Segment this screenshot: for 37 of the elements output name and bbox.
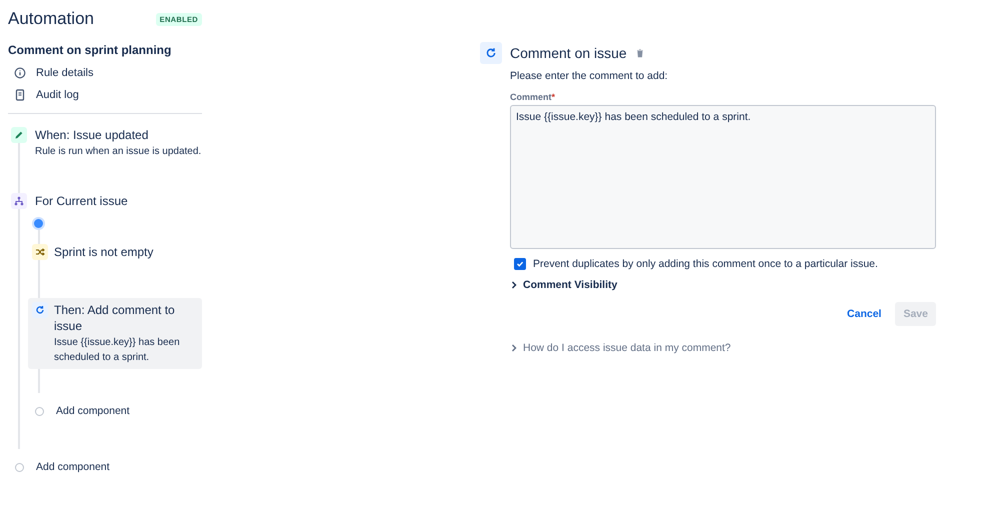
- add-component-link[interactable]: Add component: [36, 461, 110, 473]
- field-label: Comment*: [510, 92, 556, 102]
- editor-title: Comment on issue: [510, 45, 627, 61]
- comment-field[interactable]: Issue {{issue.key}} has been scheduled to a sprint.: [510, 105, 936, 249]
- help-toggle[interactable]: How do I access issue data in my comment?: [510, 342, 936, 354]
- add-node-icon: [15, 462, 24, 472]
- step-description: Issue {{issue.key}} has been scheduled to a sprint.: [54, 336, 181, 365]
- document-icon: [14, 89, 26, 101]
- hierarchy-icon: [14, 196, 24, 206]
- step-title: Sprint is not empty: [54, 244, 154, 260]
- instruction-text: Please enter the comment to add:: [510, 70, 669, 82]
- visibility-toggle[interactable]: Comment Visibility: [510, 279, 936, 291]
- checkmark-icon: [516, 260, 524, 268]
- sidebar-link[interactable]: Audit log: [8, 87, 202, 103]
- refresh-icon: [35, 305, 45, 315]
- shuffle-icon: [35, 247, 45, 257]
- chevron-icon: [510, 281, 518, 289]
- add-node-icon: [35, 406, 44, 416]
- step-title: Then: Add comment to issue: [54, 302, 176, 334]
- chevron-icon: [510, 344, 518, 352]
- branch-title[interactable]: For Current issue: [35, 193, 128, 209]
- checkbox-label: Prevent duplicates by only adding this comment once to a particular issue.: [533, 258, 878, 270]
- sidebar-link[interactable]: Rule details: [8, 65, 202, 81]
- add-component-link[interactable]: Add component: [56, 405, 130, 417]
- rule-name: Comment on sprint planning: [8, 43, 172, 57]
- info-icon: [14, 67, 26, 79]
- checkbox[interactable]: [514, 258, 526, 270]
- cancel-button[interactable]: Cancel: [839, 302, 890, 326]
- refresh-icon: [485, 47, 497, 59]
- branch-start-dot: [34, 219, 43, 228]
- trigger-title[interactable]: When: Issue updated: [35, 127, 202, 143]
- pencil-icon: [14, 130, 24, 140]
- rule-step[interactable]: Sprint is not empty: [28, 240, 202, 264]
- rule-step[interactable]: Then: Add comment to issue Issue {{issue.key}} has been scheduled to a sprint.: [28, 298, 202, 369]
- trigger-description: Rule is run when an issue is updated.: [35, 145, 202, 159]
- trash-icon[interactable]: [634, 48, 645, 58]
- page-title: Automation: [8, 9, 94, 29]
